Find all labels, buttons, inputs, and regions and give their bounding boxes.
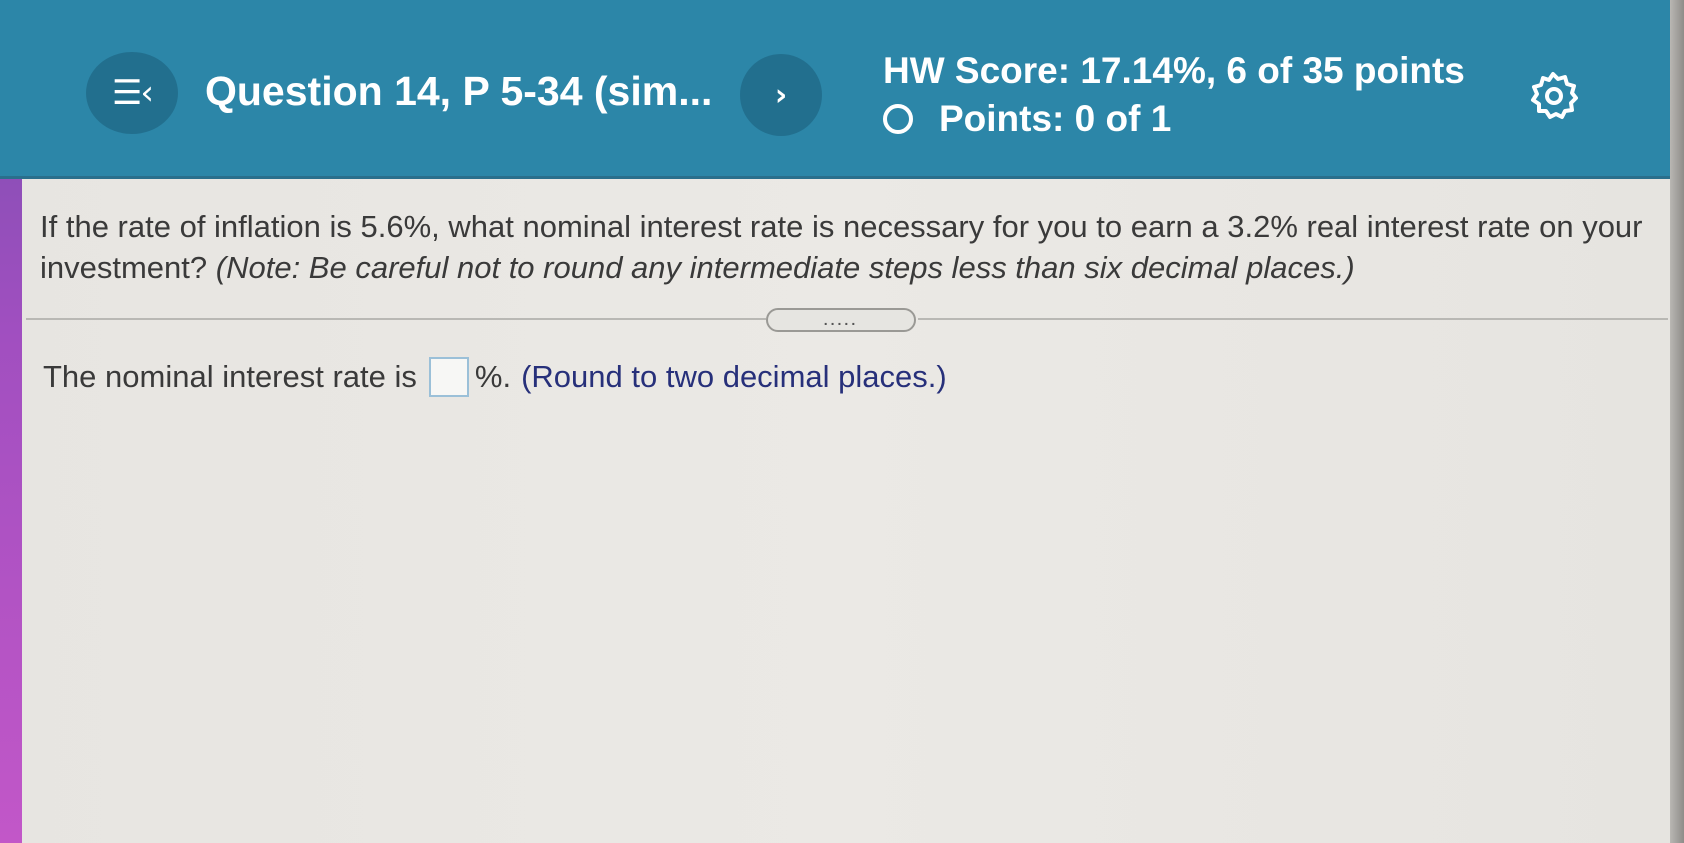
page-frame: ☰‹ Question 14, P 5-34 (sim... › HW Scor…: [0, 0, 1684, 843]
points-row: Points: 0 of 1: [883, 98, 1171, 140]
answer-suffix: %.: [474, 359, 512, 394]
divider: [918, 318, 1668, 320]
question-title: Question 14, P 5-34 (sim...: [205, 68, 713, 114]
points-text: Points: 0 of 1: [939, 98, 1172, 139]
chevron-right-icon: ›: [774, 77, 788, 113]
empty-circle-icon: [883, 104, 913, 134]
question-list-button[interactable]: ☰‹: [86, 52, 178, 134]
answer-prefix: The nominal interest rate is: [43, 359, 417, 394]
question-text: If the rate of inflation is 5.6%, what n…: [40, 206, 1660, 288]
divider: [26, 318, 766, 320]
screen-right-edge: [1670, 0, 1684, 843]
question-note: (Note: Be careful not to round any inter…: [215, 250, 1355, 285]
menu-list-back-icon: ☰‹: [111, 73, 154, 113]
gear-icon[interactable]: [1528, 70, 1578, 120]
next-question-button[interactable]: ›: [740, 54, 822, 136]
question-header: ☰‹ Question 14, P 5-34 (sim... › HW Scor…: [0, 0, 1684, 179]
expand-toggle-button[interactable]: .....: [766, 308, 916, 332]
hw-score: HW Score: 17.14%, 6 of 35 points: [883, 50, 1465, 91]
answer-line: The nominal interest rate is %. (Round t…: [43, 357, 947, 397]
rounding-instruction: (Round to two decimal places.): [521, 359, 947, 394]
answer-input[interactable]: [428, 357, 469, 397]
